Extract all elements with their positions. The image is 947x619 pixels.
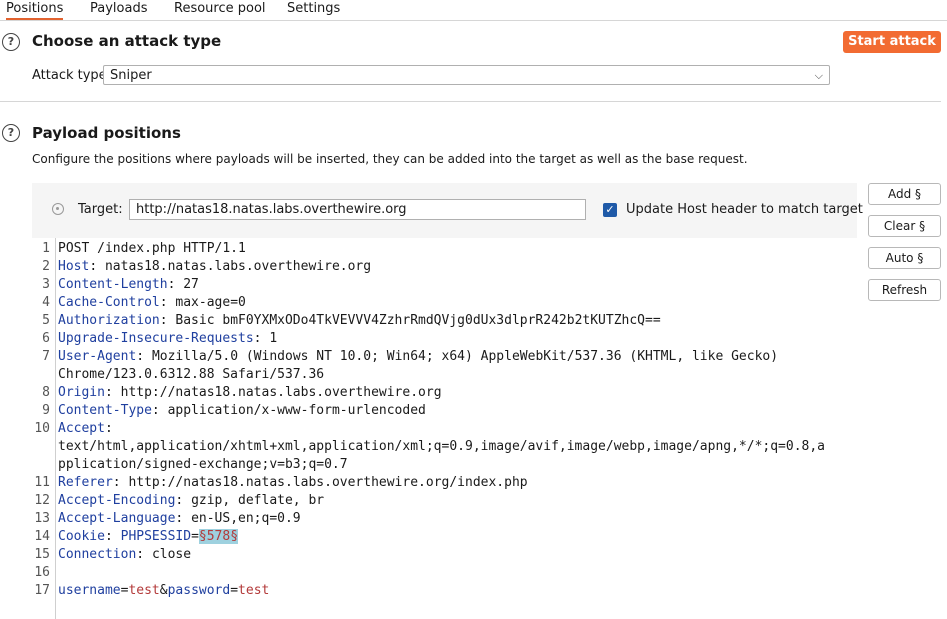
help-icon[interactable]: ? [2,124,20,142]
tab-bar: Positions Payloads Resource pool Setting… [0,0,947,21]
target-input[interactable]: http://natas18.natas.labs.overthewire.or… [129,199,586,220]
header-name: Connection [58,547,137,562]
header-value: 27 [183,277,199,292]
header-line: Cookie: PHPSESSID=§578§ [58,529,239,544]
payload-marker[interactable]: §578§ [198,529,239,544]
header-line: Connection: close [58,547,192,562]
param-name: username [58,583,121,598]
auto-marker-button[interactable]: Auto § [868,247,941,269]
header-line: Referer: http://natas18.natas.labs.overt… [58,475,528,490]
param-value: test [238,583,270,598]
payload-positions-heading: Payload positions [32,124,181,142]
update-host-label: Update Host header to match target [626,202,863,217]
header-value: Basic bmF0YXMxODo4TkVEVVV4ZzhrRmdQVjg0dU… [175,313,661,328]
attack-type-heading: Choose an attack type [32,32,222,50]
line-number: 15 [34,547,50,562]
line-number: 9 [42,403,50,418]
header-line: Accept-Language: en-US,en;q=0.9 [58,511,301,526]
line-number: 1 [42,241,50,256]
param-name: password [167,583,231,598]
header-line: Origin: http://natas18.natas.labs.overth… [58,385,442,400]
line-number: 3 [42,277,50,292]
tab-payloads[interactable]: Payloads [90,0,147,18]
header-value: gzip, deflate, br [191,493,325,508]
header-name: Referer [58,475,113,490]
header-line: Accept: [58,421,113,436]
header-name: Content-Type [58,403,152,418]
header-value: close [151,547,192,562]
line-number: 10 [34,421,50,436]
header-name: Cache-Control [58,295,160,310]
header-name: Upgrade-Insecure-Requests [58,331,254,346]
add-marker-button[interactable]: Add § [868,183,941,205]
line-number: 6 [42,331,50,346]
header-line: Accept-Encoding: gzip, deflate, br [58,493,325,508]
header-value: application/x-www-form-urlencoded [167,403,426,418]
line-number: 11 [34,475,50,490]
line-number: 14 [34,529,50,544]
header-line: Content-Length: 27 [58,277,199,292]
request-line: POST /index.php HTTP/1.1 [58,241,246,256]
header-name: Content-Length [58,277,168,292]
tab-settings[interactable]: Settings [287,0,340,18]
header-line: Upgrade-Insecure-Requests: 1 [58,331,278,346]
attack-type-label: Attack type: [32,68,112,83]
header-value: 1 [269,331,278,346]
header-name: Accept-Language [58,511,176,526]
line-number: 8 [42,385,50,400]
header-name: Authorization [58,313,160,328]
header-name: Origin [58,385,105,400]
section-divider [0,101,941,102]
header-name: Accept [58,421,105,436]
param-value: test [128,583,160,598]
header-line: Cache-Control: max-age=0 [58,295,246,310]
line-number: 17 [34,583,50,598]
line-number: 16 [34,565,50,580]
attack-type-value: Sniper [110,68,152,83]
header-line: Content-Type: application/x-www-form-url… [58,403,426,418]
header-continuation: text/html,application/xhtml+xml,applicat… [58,439,826,454]
line-number: 2 [42,259,50,274]
editor-gutter [55,238,56,619]
header-name: User-Agent [58,349,137,364]
attack-type-select[interactable]: Sniper ⌵ [103,65,830,85]
chevron-down-icon: ⌵ [814,69,823,82]
target-label: Target: [78,202,123,217]
header-continuation: pplication/signed-exchange;v=b3;q=0.7 [58,457,348,472]
header-value: Mozilla/5.0 (Windows NT 10.0; Win64; x64… [151,349,779,364]
start-attack-button[interactable]: Start attack [843,31,941,53]
request-body: username=test&password=test [58,583,270,598]
line-number: 7 [42,349,50,364]
clear-marker-button[interactable]: Clear § [868,215,941,237]
line-number: 12 [34,493,50,508]
tab-positions[interactable]: Positions [6,0,64,20]
cookie-name: PHPSESSID [120,529,192,544]
header-value: http://natas18.natas.labs.overthewire.or… [120,385,442,400]
header-value: natas18.natas.labs.overthewire.org [104,259,372,274]
update-host-checkbox[interactable]: ✓ [603,203,617,217]
refresh-button[interactable]: Refresh [868,279,941,301]
line-number: 13 [34,511,50,526]
header-continuation: Chrome/123.0.6312.88 Safari/537.36 [58,367,325,382]
header-value: en-US,en;q=0.9 [191,511,301,526]
header-line: User-Agent: Mozilla/5.0 (Windows NT 10.0… [58,349,779,364]
payload-positions-description: Configure the positions where payloads w… [32,152,748,166]
target-icon [52,203,64,215]
help-icon[interactable]: ? [2,33,20,51]
line-number: 4 [42,295,50,310]
header-value: max-age=0 [175,295,246,310]
header-line: Authorization: Basic bmF0YXMxODo4TkVEVVV… [58,313,661,328]
header-value: http://natas18.natas.labs.overthewire.or… [128,475,528,490]
header-line: Host: natas18.natas.labs.overthewire.org [58,259,372,274]
header-name: Accept-Encoding [58,493,176,508]
line-number: 5 [42,313,50,328]
tab-resource-pool[interactable]: Resource pool [174,0,266,18]
header-name: Cookie [58,529,105,544]
header-name: Host [58,259,90,274]
